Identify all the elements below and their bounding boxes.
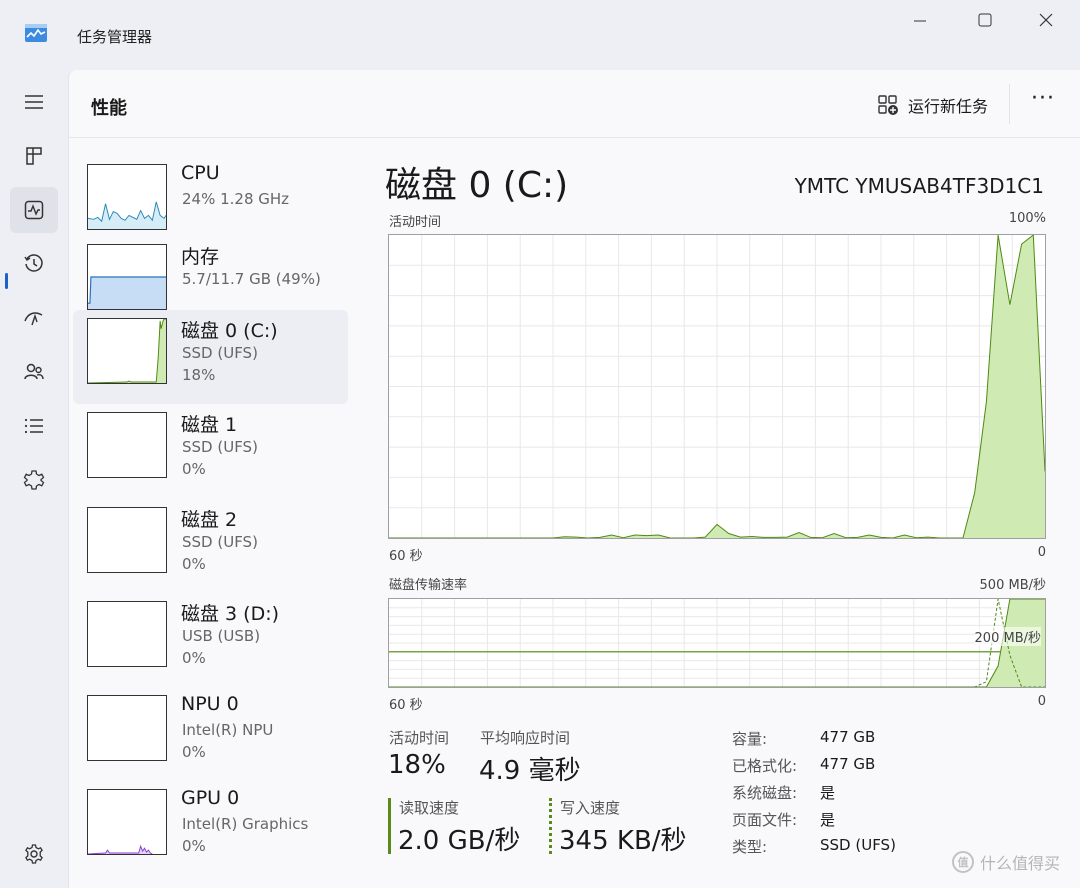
device-usage: 18% — [182, 366, 216, 384]
memory-thumbnail-graph — [87, 244, 167, 310]
device-name: GPU 0 — [181, 787, 240, 809]
device-detail: USB (USB) — [182, 627, 261, 645]
avg-response-value: 4.9 毫秒 — [479, 756, 581, 786]
page-header: 性能 运行新任务 ··· — [69, 70, 1080, 138]
capacity-label: 容量: — [732, 730, 768, 748]
device-name: 内存 — [181, 246, 220, 268]
device-item-gpu-0[interactable]: GPU 0 Intel(R) Graphics 0% — [73, 781, 348, 875]
npu-thumbnail-graph — [87, 695, 167, 761]
activity-time-graph — [388, 234, 1046, 539]
more-options-icon[interactable]: ··· — [1031, 88, 1057, 114]
content-area: 性能 运行新任务 ··· CPU 24% 1.28 GHz 内存 5.7/11.… — [68, 70, 1080, 888]
active-time-label: 活动时间 — [389, 729, 450, 747]
device-usage: 0% — [182, 460, 206, 478]
transfer-graph-x-right: 0 — [1037, 694, 1046, 709]
title-bar: 任务管理器 — [0, 0, 1080, 70]
formatted-label: 已格式化: — [732, 757, 798, 775]
processes-icon[interactable] — [10, 133, 58, 179]
device-detail: 24% 1.28 GHz — [182, 190, 290, 208]
device-usage: 0% — [182, 555, 206, 573]
task-manager-app-icon — [25, 24, 47, 42]
device-item-disk-2[interactable]: 磁盘 2 SSD (UFS) 0% — [73, 499, 348, 593]
run-new-task-button[interactable]: 运行新任务 — [877, 92, 988, 118]
device-name: NPU 0 — [181, 693, 239, 715]
disk-0-thumbnail-graph — [87, 318, 167, 384]
device-detail: Intel(R) NPU — [182, 721, 274, 739]
disk-3-thumbnail-graph — [87, 601, 167, 667]
transfer-graph-mid-label: 200 MB/秒 — [974, 627, 1041, 646]
avg-response-label: 平均响应时间 — [480, 729, 571, 747]
page-file-label: 页面文件: — [732, 811, 798, 829]
device-name: 磁盘 0 (C:) — [181, 320, 278, 342]
write-speed-value: 345 KB/秒 — [559, 826, 687, 856]
gpu-thumbnail-graph — [87, 789, 167, 855]
system-disk-value: 是 — [820, 784, 836, 802]
activity-graph-max-label: 100% — [1008, 211, 1046, 226]
run-task-icon — [878, 95, 898, 115]
watermark: 值 什么值得买 — [952, 850, 1060, 874]
device-item-npu-0[interactable]: NPU 0 Intel(R) NPU 0% — [73, 687, 348, 781]
active-time-value: 18% — [388, 750, 446, 780]
write-speed-label: 写入速度 — [560, 799, 621, 817]
close-button[interactable] — [1031, 10, 1061, 32]
device-detail: SSD (UFS) — [182, 533, 258, 551]
run-task-label: 运行新任务 — [908, 97, 989, 116]
left-navigation — [0, 70, 68, 888]
device-name: 磁盘 1 — [181, 414, 238, 436]
device-name: CPU — [181, 162, 220, 184]
transfer-graph-x-left: 60 秒 — [389, 698, 423, 713]
type-value: SSD (UFS) — [820, 836, 896, 854]
device-item-disk-3[interactable]: 磁盘 3 (D:) USB (USB) 0% — [73, 593, 348, 687]
disk-2-thumbnail-graph — [87, 507, 167, 573]
page-file-value: 是 — [820, 811, 836, 829]
minimize-button[interactable] — [905, 10, 935, 32]
watermark-text: 什么值得买 — [980, 854, 1061, 873]
services-icon[interactable] — [10, 457, 58, 503]
device-name: 磁盘 3 (D:) — [181, 603, 280, 625]
read-speed-value: 2.0 GB/秒 — [398, 826, 521, 856]
disk-1-thumbnail-graph — [87, 412, 167, 478]
details-icon[interactable] — [10, 403, 58, 449]
device-detail: SSD (UFS) — [182, 438, 258, 456]
device-name: 磁盘 2 — [181, 509, 238, 531]
write-speed-indicator — [549, 798, 552, 854]
device-item-disk-0[interactable]: 磁盘 0 (C:) SSD (UFS) 18% — [73, 310, 348, 404]
header-divider — [1009, 84, 1010, 124]
type-label: 类型: — [732, 838, 768, 856]
device-usage: 0% — [182, 837, 206, 855]
disk-model: YMTC YMUSAB4TF3D1C1 — [794, 174, 1044, 198]
cpu-thumbnail-graph — [87, 164, 167, 230]
active-nav-indicator — [5, 273, 8, 289]
system-disk-label: 系统磁盘: — [732, 784, 798, 802]
transfer-graph-label: 磁盘传输速率 — [389, 578, 468, 593]
capacity-value: 477 GB — [820, 728, 876, 746]
hamburger-menu-icon[interactable] — [10, 79, 58, 125]
read-speed-label: 读取速度 — [399, 799, 460, 817]
formatted-value: 477 GB — [820, 755, 876, 773]
transfer-graph-max-label: 500 MB/秒 — [979, 578, 1046, 593]
disk-title: 磁盘 0 (C:) — [385, 165, 569, 206]
device-detail: Intel(R) Graphics — [182, 815, 309, 833]
settings-gear-icon[interactable] — [10, 831, 58, 877]
activity-graph-label: 活动时间 — [389, 215, 442, 230]
device-item-disk-1[interactable]: 磁盘 1 SSD (UFS) 0% — [73, 404, 348, 498]
watermark-logo: 值 — [952, 851, 974, 873]
transfer-rate-graph: 200 MB/秒 — [388, 598, 1046, 688]
performance-icon[interactable] — [10, 187, 58, 233]
read-speed-indicator — [388, 798, 391, 854]
maximize-button[interactable] — [970, 10, 1000, 32]
activity-graph-x-right: 0 — [1037, 545, 1046, 560]
activity-graph-x-left: 60 秒 — [389, 549, 423, 564]
users-icon[interactable] — [10, 349, 58, 395]
window-title: 任务管理器 — [77, 28, 153, 46]
startup-apps-icon[interactable] — [10, 295, 58, 341]
device-usage: 0% — [182, 649, 206, 667]
device-detail: SSD (UFS) — [182, 344, 258, 362]
app-history-icon[interactable] — [10, 241, 58, 287]
page-title: 性能 — [91, 98, 127, 119]
device-detail: 5.7/11.7 GB (49%) — [182, 270, 321, 288]
device-usage: 0% — [182, 743, 206, 761]
